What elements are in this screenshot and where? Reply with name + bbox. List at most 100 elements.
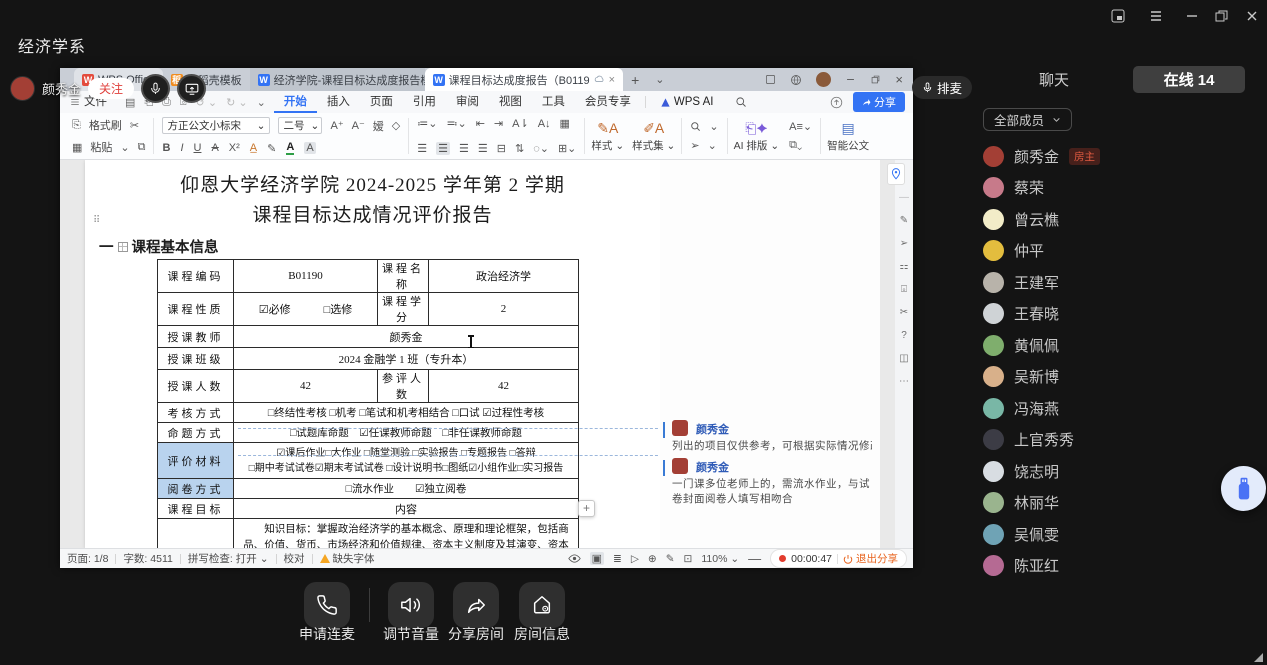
- page-view-icon[interactable]: ▣: [590, 552, 604, 565]
- menu-insert[interactable]: 插入: [317, 91, 360, 113]
- highlight-icon[interactable]: A̲: [250, 142, 257, 154]
- wps-minimize-icon[interactable]: [845, 74, 856, 85]
- course-info-table[interactable]: 课程编码 B01190 课程名称 政治经济学 课程性质 ☑必修 □选修 课程学分…: [157, 259, 579, 548]
- document-canvas[interactable]: 仰恩大学经济学院 2024-2025 学年第 2 学期 课程目标达成情况评价报告…: [60, 160, 895, 548]
- minimize-icon[interactable]: [1184, 8, 1200, 24]
- member-filter-dropdown[interactable]: 全部成员: [983, 108, 1072, 131]
- list-item[interactable]: 颜秀金 房主: [983, 142, 1100, 170]
- zoom-out-icon[interactable]: —: [748, 551, 761, 566]
- eye-icon[interactable]: [568, 552, 581, 565]
- wps-restore-icon[interactable]: [870, 74, 881, 85]
- volume-button[interactable]: [388, 582, 434, 628]
- floating-usb-widget[interactable]: [1221, 466, 1266, 511]
- redo-icon[interactable]: ↻ ⌄: [226, 96, 248, 109]
- font-name-select[interactable]: 方正公文小标宋⌄: [162, 117, 270, 134]
- list-item[interactable]: 吴新博: [983, 362, 1059, 390]
- cut-icon[interactable]: ✂: [130, 119, 139, 132]
- list-item[interactable]: 王春晓: [983, 299, 1059, 327]
- zoom-level[interactable]: 110% ⌄: [701, 553, 739, 565]
- list-item[interactable]: 冯海燕: [983, 394, 1059, 422]
- document-page[interactable]: 仰恩大学经济学院 2024-2025 学年第 2 学期 课程目标达成情况评价报告…: [85, 160, 660, 548]
- bold-icon[interactable]: B: [162, 142, 170, 154]
- mini-window-icon[interactable]: [1110, 8, 1126, 24]
- tools-icon[interactable]: ✂: [900, 307, 908, 318]
- distribute-icon[interactable]: ⊟: [497, 142, 506, 155]
- italic-icon[interactable]: I: [180, 142, 183, 154]
- more-icon[interactable]: ⋯: [899, 376, 909, 387]
- align-center-icon[interactable]: ☰: [436, 142, 450, 155]
- search-icon[interactable]: [735, 96, 747, 108]
- list-item[interactable]: 上官秀秀: [983, 425, 1074, 453]
- styles-button[interactable]: ✎A 样式 ⌄: [587, 116, 628, 156]
- list-item[interactable]: 饶志明: [983, 457, 1059, 485]
- play-view-icon[interactable]: ▷: [631, 553, 639, 565]
- font-color-icon[interactable]: A: [286, 141, 294, 155]
- menu-icon[interactable]: [1148, 8, 1164, 24]
- tab-chat[interactable]: 聊天: [975, 69, 1133, 90]
- tab-list-chevron-icon[interactable]: ⌄: [647, 68, 672, 91]
- spell-check[interactable]: 拼写检查: 打开 ⌄: [188, 551, 269, 566]
- queue-mic-button[interactable]: 排麦: [912, 76, 972, 99]
- char-shading-icon[interactable]: A: [304, 142, 315, 154]
- cloud-upload-icon[interactable]: [830, 96, 843, 109]
- list-item[interactable]: 黄佩佩: [983, 331, 1059, 359]
- room-info-button[interactable]: [519, 582, 565, 628]
- ai-layout-button[interactable]: ⎗✦ AI 排版 ⌄: [730, 116, 784, 156]
- menu-home[interactable]: 开始: [274, 91, 317, 113]
- menu-wps-ai[interactable]: WPS AI: [650, 91, 724, 113]
- qat-chevron-icon[interactable]: ⌄: [257, 96, 266, 109]
- decrease-font-icon[interactable]: A⁻: [352, 119, 365, 132]
- share-doc-button[interactable]: 分享: [853, 92, 905, 112]
- text-effect-icon[interactable]: ✎: [267, 142, 276, 155]
- list-item[interactable]: 仲平: [983, 236, 1044, 264]
- paste-label[interactable]: 粘贴: [90, 139, 112, 155]
- wps-close-icon[interactable]: ×: [895, 72, 903, 87]
- wps-avatar[interactable]: [816, 72, 831, 87]
- sort-icon[interactable]: A↓: [538, 118, 551, 130]
- pen-tool-icon[interactable]: ✎: [900, 215, 908, 226]
- tab-doc-active[interactable]: W 课程目标达成度报告（B0119 ×: [425, 68, 623, 91]
- paragraph-layout-icon[interactable]: A≡⌄: [789, 120, 812, 133]
- strikethrough-icon[interactable]: A: [211, 142, 218, 154]
- page-indicator[interactable]: 页面: 1/8: [67, 551, 108, 566]
- decrease-indent-icon[interactable]: ⇤: [476, 117, 485, 130]
- menu-page[interactable]: 页面: [360, 91, 403, 113]
- increase-font-icon[interactable]: A⁺: [330, 119, 343, 132]
- pointer-tool-icon[interactable]: ➢: [900, 238, 908, 249]
- help-icon[interactable]: ?: [901, 330, 907, 341]
- align-left-icon[interactable]: ☰: [417, 142, 427, 155]
- proofread[interactable]: 校对: [284, 551, 305, 566]
- find-icon[interactable]: [690, 121, 701, 132]
- number-list-icon[interactable]: ≕⌄: [446, 117, 466, 130]
- exit-share-button[interactable]: 退出分享: [843, 551, 898, 566]
- superscript-icon[interactable]: X²: [229, 142, 240, 154]
- read-mode-icon[interactable]: ⌻: [901, 284, 907, 295]
- font-size-select[interactable]: 二号⌄: [278, 117, 322, 134]
- tab-close-icon[interactable]: ×: [609, 74, 615, 86]
- tab-doc-template[interactable]: W 经济学院-课程目标达成度报告模版.d: [250, 68, 425, 91]
- list-item[interactable]: 林丽华: [983, 488, 1059, 516]
- edit-mode-icon[interactable]: ✎: [666, 553, 675, 565]
- outline-view-icon[interactable]: ≣: [613, 553, 622, 565]
- copy-icon[interactable]: ⧉: [138, 141, 146, 154]
- format-painter-icon[interactable]: ⎘: [72, 119, 81, 132]
- phonetic-icon[interactable]: 嫒: [373, 118, 384, 134]
- web-view-icon[interactable]: ⊕: [648, 553, 657, 565]
- follow-button[interactable]: 关注: [88, 78, 134, 99]
- increase-indent-icon[interactable]: ⇥: [494, 117, 503, 130]
- skin-icon[interactable]: ◫: [899, 353, 908, 364]
- word-count[interactable]: 字数: 4511: [123, 551, 172, 566]
- menu-review[interactable]: 审阅: [446, 91, 489, 113]
- clear-format-icon[interactable]: ◇: [392, 119, 400, 132]
- table-add-button[interactable]: +: [578, 500, 595, 517]
- menu-view[interactable]: 视图: [489, 91, 532, 113]
- adjust-tool-icon[interactable]: ⚏: [900, 261, 909, 272]
- underline-icon[interactable]: U: [194, 142, 202, 154]
- menu-tools[interactable]: 工具: [532, 91, 575, 113]
- align-right-icon[interactable]: ☰: [459, 142, 469, 155]
- align-justify-icon[interactable]: ☰: [478, 142, 488, 155]
- close-icon[interactable]: [1244, 8, 1260, 24]
- smart-doc-button[interactable]: ▤ 智能公文: [823, 116, 873, 156]
- fit-page-icon[interactable]: ⊡: [684, 553, 693, 565]
- border-icon[interactable]: ⊞⌄: [558, 142, 576, 155]
